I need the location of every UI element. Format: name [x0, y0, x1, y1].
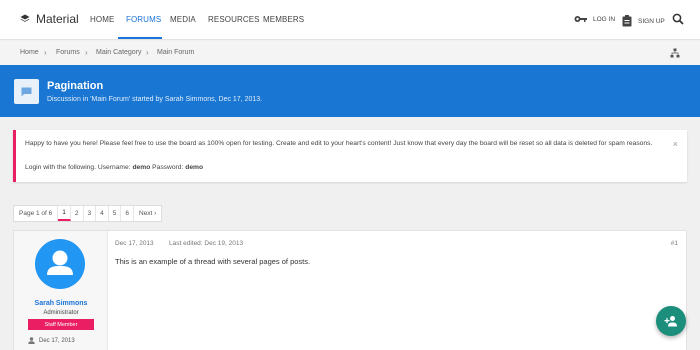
page-link-2[interactable]: 2: [71, 206, 84, 221]
page-link-5[interactable]: 5: [109, 206, 122, 221]
thread-icon: [14, 79, 39, 104]
notice-password: demo: [185, 164, 204, 171]
breadcrumb-forums[interactable]: Forums: [56, 49, 80, 56]
notice-login-info: Login with the following. Username: demo…: [25, 164, 203, 171]
notice-banner: Happy to have you here! Please feel free…: [13, 130, 687, 182]
post-author-panel: Sarah Simmons Administrator Staff Member…: [14, 231, 108, 350]
person-add-icon: [664, 316, 677, 327]
page-link-3[interactable]: 3: [84, 206, 97, 221]
login-label: LOG IN: [593, 15, 616, 23]
post-edited: Last edited: Dec 19, 2013: [169, 240, 244, 247]
clipboard-icon: [622, 15, 632, 27]
nav-home[interactable]: HOME: [90, 15, 114, 24]
layers-icon: [20, 14, 30, 22]
logo-text: Material: [36, 12, 79, 26]
post-number[interactable]: #1: [671, 240, 678, 247]
author-name[interactable]: Sarah Simmons: [14, 300, 108, 307]
thread-meta: Discussion in 'Main Forum' started by Sa…: [47, 96, 263, 103]
notice-password-label: Password:: [152, 164, 184, 171]
chevron-right-icon: ›: [44, 48, 47, 57]
author-join-date: Dec 17, 2013: [28, 337, 75, 344]
notice-login-prefix: Login with the following. Username:: [25, 164, 131, 171]
page-link-4[interactable]: 4: [96, 206, 109, 221]
chevron-right-icon: ›: [146, 48, 149, 57]
nav-media[interactable]: MEDIA: [170, 15, 196, 24]
page-title: Pagination: [47, 80, 104, 92]
user-silhouette-icon: [47, 250, 73, 275]
nav-members[interactable]: MEMBERS: [263, 15, 304, 24]
search-icon[interactable]: [672, 13, 684, 25]
next-page-button[interactable]: Next ›: [134, 206, 161, 221]
active-nav-indicator: [118, 37, 162, 39]
nav-forums[interactable]: FORUMS: [126, 15, 161, 24]
top-navigation: Material HOME FORUMS MEDIA RESOURCES MEM…: [0, 0, 700, 40]
breadcrumb: Home › Forums › Main Category › Main For…: [0, 41, 700, 65]
notice-username: demo: [132, 164, 151, 171]
pagination: Page 1 of 6 1 2 3 4 5 6 Next ›: [13, 205, 163, 222]
staff-badge: Staff Member: [28, 319, 94, 330]
person-icon: [28, 337, 35, 344]
breadcrumb-home[interactable]: Home: [20, 49, 39, 56]
sitemap-icon[interactable]: [670, 48, 680, 58]
page-link-1[interactable]: 1: [58, 206, 71, 221]
page-label: Page 1 of 6: [14, 206, 59, 221]
signup-label: SIGN UP: [638, 17, 665, 25]
author-title: Administrator: [43, 310, 79, 316]
post: Sarah Simmons Administrator Staff Member…: [13, 230, 687, 350]
key-icon: [574, 16, 587, 22]
chat-bubble-icon: [21, 87, 32, 96]
breadcrumb-main-category[interactable]: Main Category: [96, 49, 142, 56]
login-link[interactable]: LOG IN: [574, 15, 615, 23]
thread-header: Pagination Discussion in 'Main Forum' st…: [0, 65, 700, 117]
avatar[interactable]: [35, 239, 85, 289]
logo[interactable]: Material: [20, 12, 79, 26]
signup-link[interactable]: SIGN UP: [622, 15, 665, 27]
notice-text: Happy to have you here! Please feel free…: [25, 140, 653, 147]
nav-resources[interactable]: RESOURCES: [208, 15, 260, 24]
page-link-6[interactable]: 6: [121, 206, 134, 221]
post-body: This is an example of a thread with seve…: [115, 257, 311, 266]
close-icon[interactable]: ×: [673, 139, 678, 149]
breadcrumb-main-forum[interactable]: Main Forum: [157, 49, 194, 56]
post-date[interactable]: Dec 17, 2013: [115, 240, 154, 247]
add-user-button[interactable]: [656, 306, 686, 336]
chevron-right-icon: ›: [85, 48, 88, 57]
join-date-text: Dec 17, 2013: [39, 337, 75, 344]
